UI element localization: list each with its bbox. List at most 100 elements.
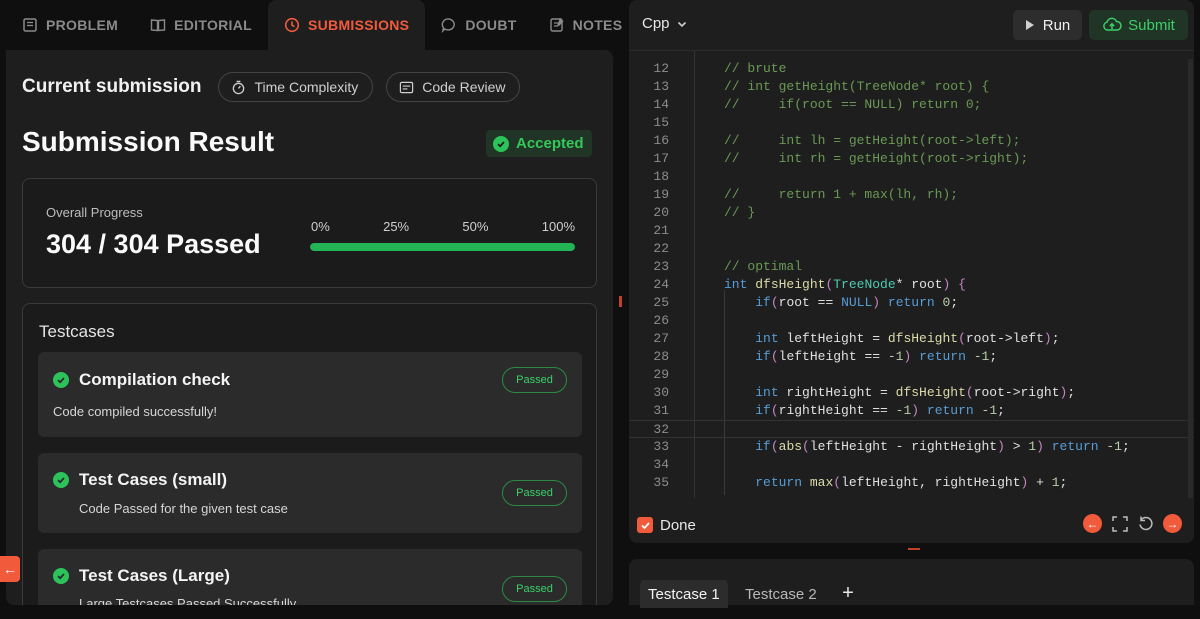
vertical-resize-handle[interactable] (619, 296, 622, 307)
submission-panel: Current submission Time Complexity Code … (6, 50, 613, 605)
code-line: 27 int leftHeight = dfsHeight(root->left… (629, 330, 1194, 348)
editor-footer: Done ← → (629, 503, 1194, 543)
code-review-icon (400, 81, 414, 93)
run-button[interactable]: Run (1013, 10, 1082, 40)
line-text: // brute (724, 61, 787, 76)
arrow-right-icon: → (1166, 516, 1179, 531)
cloud-upload-icon (1103, 17, 1122, 31)
left-panel: PROBLEM EDITORIAL SUBMISSIONS DOUBT NOTE… (6, 0, 622, 605)
open-book-icon (150, 19, 166, 32)
code-line: 24 int dfsHeight(TreeNode* root) { (629, 276, 1194, 294)
tab-label: SUBMISSIONS (308, 17, 410, 33)
reset-icon[interactable] (1137, 515, 1155, 533)
next-button[interactable]: → (1163, 514, 1182, 533)
arrow-left-icon: ← (1086, 516, 1099, 531)
chevron-down-icon (677, 21, 686, 27)
code-editor[interactable]: 12 // brute 13 // int getHeight(TreeNode* r… (629, 50, 1194, 498)
line-number: 21 (653, 223, 669, 238)
horizontal-resize-handle[interactable] (908, 548, 920, 550)
code-line: 12 // brute (629, 60, 1194, 78)
tab-testcase-2[interactable]: Testcase 2 (737, 580, 825, 608)
run-label: Run (1042, 16, 1071, 34)
line-text: // int lh = getHeight(root->left); (724, 133, 1021, 148)
time-complexity-button[interactable]: Time Complexity (218, 72, 374, 102)
tab-editorial[interactable]: EDITORIAL (134, 0, 268, 50)
code-line: 18 (629, 168, 1194, 186)
check-circle-icon (53, 472, 69, 488)
code-line: 19 // return 1 + max(lh, rh); (629, 186, 1194, 204)
line-number: 23 (653, 259, 669, 274)
code-line: 28 if(leftHeight == -1) return -1; (629, 348, 1194, 366)
line-number: 14 (653, 97, 669, 112)
code-line: 30 int rightHeight = dfsHeight(root->rig… (629, 384, 1194, 402)
line-number: 28 (653, 349, 669, 364)
line-number: 13 (653, 79, 669, 94)
stopwatch-icon (233, 80, 245, 94)
progress-tick: 0% (311, 219, 330, 234)
line-text: int rightHeight = dfsHeight(root->right)… (755, 385, 1076, 400)
line-number: 30 (653, 385, 669, 400)
testcase-item: Compilation check Code compiled successf… (38, 352, 582, 437)
line-number: 20 (653, 205, 669, 220)
line-number: 26 (653, 313, 669, 328)
tab-notes[interactable]: NOTES (533, 0, 639, 50)
check-circle-icon (493, 135, 509, 152)
submit-button[interactable]: Submit (1089, 10, 1188, 40)
line-text: if(abs(leftHeight - rightHeight) > 1) re… (755, 439, 1130, 454)
passed-badge: Passed (502, 367, 567, 393)
language-select[interactable]: Cpp (642, 15, 688, 32)
previous-button[interactable]: ← (1083, 514, 1102, 533)
code-line: 34 (629, 456, 1194, 474)
line-number: 16 (653, 133, 669, 148)
add-testcase-button[interactable]: + (837, 582, 859, 604)
line-text: // optimal (724, 259, 803, 274)
line-text: return max(leftHeight, rightHeight) + 1; (755, 475, 1068, 490)
progress-value: 304 / 304 Passed (46, 229, 261, 259)
tab-label: EDITORIAL (174, 17, 252, 33)
line-text: int leftHeight = dfsHeight(root->left); (755, 331, 1060, 346)
testcase-name: Test Cases (Large) (79, 566, 230, 585)
tab-label: DOUBT (465, 17, 517, 33)
status-badge: Accepted (486, 130, 592, 157)
code-line: 33 if(abs(leftHeight - rightHeight) > 1)… (629, 438, 1194, 456)
fullscreen-icon[interactable] (1111, 515, 1129, 533)
code-line: 16 // int lh = getHeight(root->left); (629, 132, 1194, 150)
code-line: 35 return max(leftHeight, rightHeight) +… (629, 474, 1194, 492)
arrow-left-icon: ← (3, 561, 17, 577)
check-circle-icon (53, 372, 69, 388)
line-text: int dfsHeight(TreeNode* root) { (724, 277, 966, 292)
tab-doubt[interactable]: DOUBT (425, 0, 532, 50)
tab-label: NOTES (572, 17, 623, 33)
line-number: 17 (653, 151, 669, 166)
testcases-card: Testcases Compilation check Code compile… (22, 303, 597, 605)
done-checkbox[interactable] (637, 517, 653, 533)
tab-problem[interactable]: PROBLEM (6, 0, 134, 50)
current-submission-row: Current submission Time Complexity Code … (22, 72, 533, 102)
code-line: 32 (629, 420, 1194, 438)
progress-bar (310, 243, 575, 251)
code-line: 22 (629, 240, 1194, 258)
tab-submissions[interactable]: SUBMISSIONS (268, 0, 426, 50)
code-review-button[interactable]: Code Review (386, 72, 521, 102)
line-text: if(leftHeight == -1) return -1; (755, 349, 998, 364)
line-number: 35 (653, 475, 669, 490)
submission-result-title: Submission Result (22, 126, 275, 157)
line-text: if(root == NULL) return 0; (755, 295, 959, 310)
collapse-panel-button[interactable]: ← (0, 556, 20, 582)
testcase-name: Test Cases (small) (79, 470, 228, 489)
play-icon (1025, 20, 1034, 30)
done-label: Done (660, 517, 696, 534)
testcase-desc: Large Testcases Passed Successfully (79, 596, 297, 605)
language-label: Cpp (642, 15, 670, 32)
testcase-item: Test Cases (small) Code Passed for the g… (38, 453, 582, 533)
progress-bar-fill (310, 243, 575, 251)
tab-label: PROBLEM (46, 17, 119, 33)
tab-testcase-1[interactable]: Testcase 1 (640, 580, 728, 608)
line-number: 31 (653, 403, 669, 418)
code-line: 20 // } (629, 204, 1194, 222)
book-icon (23, 18, 37, 32)
testcase-name: Compilation check (79, 370, 231, 389)
submit-label: Submit (1128, 16, 1175, 34)
editor-scrollbar[interactable] (1188, 59, 1193, 498)
chat-icon (441, 18, 456, 33)
